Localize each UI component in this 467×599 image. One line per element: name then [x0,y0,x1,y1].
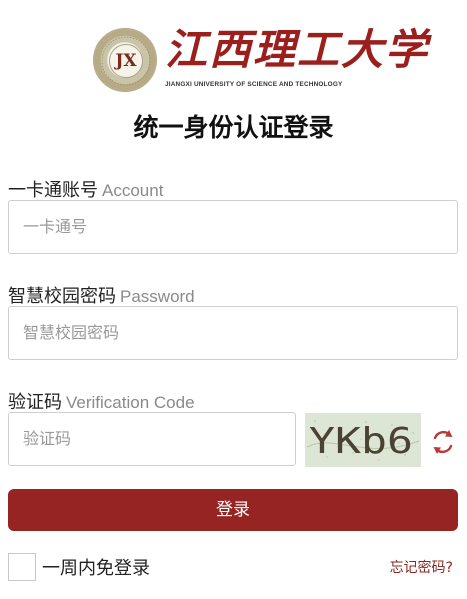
university-name-cn: 江西理工大学 [165,25,430,74]
account-placeholder: 一卡通号 [23,217,88,236]
password-label-cn: 智慧校园密码 [8,286,116,307]
captcha-image[interactable]: YKb6 [305,413,421,467]
account-label-cn: 一卡通账号 [8,180,98,201]
header: JX 江西理工大学 JIANGXI UNIVERSITY OF SCIENCE … [0,20,467,100]
verification-placeholder: 验证码 [23,429,72,448]
password-label-en: Password [120,287,195,306]
account-label-en: Account [102,181,164,200]
remember-label: 一周内免登录 [42,558,150,579]
account-input[interactable]: 一卡通号 [8,200,458,254]
password-label: 智慧校园密码 Password [8,282,195,308]
account-label: 一卡通账号 Account [8,176,163,202]
verification-label-en: Verification Code [66,393,195,412]
password-placeholder: 智慧校园密码 [23,323,120,342]
verification-input[interactable]: 验证码 [8,412,296,466]
university-name-en: JIANGXI UNIVERSITY OF SCIENCE AND TECHNO… [165,81,343,88]
page-title: 统一身份认证登录 [133,113,334,142]
verification-label: 验证码 Verification Code [8,388,195,414]
forgot-password-link[interactable]: 忘记密码? [390,557,453,577]
seal-center: JX [109,44,143,78]
login-button[interactable]: 登录 [8,489,458,531]
seal-glyph: JX [115,51,137,71]
university-seal-icon: JX [93,28,157,92]
captcha-graphic: YKb6 [305,413,421,467]
refresh-glyph [433,430,453,454]
remember-checkbox[interactable] [8,553,36,581]
refresh-icon[interactable] [428,427,458,457]
captcha-text: YKb6 [309,421,413,462]
verification-label-cn: 验证码 [8,392,62,413]
password-input[interactable]: 智慧校园密码 [8,306,458,360]
